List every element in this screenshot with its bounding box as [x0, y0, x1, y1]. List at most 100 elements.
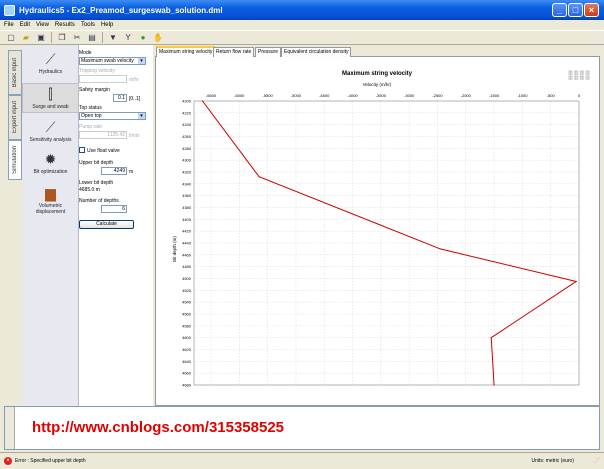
toolbar-separator — [102, 32, 103, 43]
y-tick-label: 4400 — [182, 217, 192, 222]
mode-label: Mode — [79, 50, 92, 56]
hand-icon[interactable]: ✋ — [153, 33, 163, 43]
tab-return-flow-rate[interactable]: Return flow rate — [213, 47, 255, 57]
menu-file[interactable]: File — [4, 22, 14, 28]
module-sensitivity[interactable]: ⟋ Sensitivity analysis — [22, 119, 79, 143]
upper-depth-input[interactable]: 4249 — [101, 167, 127, 175]
data-point — [490, 337, 492, 339]
menu-bar: File Edit View Results Tools Help — [0, 20, 604, 30]
vertical-tab-strip: Basic input Expert input Simulation — [8, 45, 22, 405]
cut-icon[interactable]: ✂ — [72, 33, 82, 43]
result-tabs: Maximum string velocity Return flow rate… — [155, 46, 600, 57]
num-depths-label: Number of depths — [79, 198, 119, 204]
calculate-button[interactable]: Calculate — [79, 220, 134, 229]
data-point — [201, 100, 204, 102]
pump-rate-input: 1125.42 — [79, 131, 127, 139]
open-folder-icon[interactable]: ▰ — [21, 33, 31, 43]
float-valve-checkbox[interactable] — [79, 147, 85, 153]
x-tick-labels: -6500 -6000 -5500 -5000 -4500 -4000 -3500 -3000… — [206, 93, 581, 98]
x-tick-label: -1000 — [517, 93, 528, 98]
x-tick-label: -6500 — [206, 93, 217, 98]
y-tick-label: 4480 — [182, 264, 192, 269]
check-icon[interactable]: ● — [138, 33, 148, 43]
y-tick-label: 4200 — [182, 99, 192, 104]
surge-swab-icon: ⫿ — [48, 86, 53, 102]
mode-select[interactable]: Maximum swab velocity ▾ — [79, 57, 146, 65]
y-tick-label: 4580 — [182, 323, 192, 328]
x-tick-label: -4500 — [319, 93, 330, 98]
maximize-button[interactable]: □ — [568, 3, 583, 17]
y-tick-label: 4680 — [182, 383, 192, 388]
y-tick-label: 4620 — [182, 347, 192, 352]
chevron-down-icon: ▾ — [138, 58, 145, 64]
tripping-velocity-input — [79, 75, 127, 83]
x-tick-label: -2500 — [432, 93, 443, 98]
x-tick-label: -2000 — [461, 93, 472, 98]
tripping-velocity-label: Tripping velocity — [79, 68, 115, 74]
status-message: Error : Specified upper bit depth — [15, 458, 86, 464]
num-depths-input[interactable]: 6 — [101, 205, 127, 213]
y-tick-label: 4600 — [182, 335, 192, 340]
y-tick-label: 4440 — [182, 241, 192, 246]
resize-grip-icon[interactable]: ⋰ — [594, 457, 602, 465]
y-axis-label: Bit depth (m) — [172, 236, 177, 262]
vtab-basic-input[interactable]: Basic input — [8, 50, 22, 95]
x-tick-label: 0 — [578, 93, 581, 98]
units-indicator: Units: metric (euro) — [531, 458, 574, 464]
volumetric-icon: ▆ — [45, 185, 56, 201]
top-status-select[interactable]: Open top ▾ — [79, 112, 146, 120]
paste-icon[interactable]: ▤ — [87, 33, 97, 43]
menu-results[interactable]: Results — [55, 22, 75, 28]
y-tick-label: 4360 — [182, 193, 192, 198]
filter-icon[interactable]: ▼ — [108, 33, 118, 43]
output-panel-handle[interactable] — [5, 407, 15, 449]
new-file-icon[interactable]: ▢ — [6, 33, 16, 43]
y-tick-label: 4380 — [182, 205, 192, 210]
menu-view[interactable]: View — [36, 22, 49, 28]
module-bit-optimization[interactable]: ✹ Bit optimization — [22, 151, 79, 175]
menu-edit[interactable]: Edit — [20, 22, 30, 28]
y-tick-label: 4660 — [182, 371, 192, 376]
save-icon[interactable]: ▣ — [36, 33, 46, 43]
vtab-simulation[interactable]: Simulation — [8, 140, 22, 180]
y-tick-label: 4500 — [182, 276, 192, 281]
tab-pressure[interactable]: Pressure — [255, 47, 282, 57]
y-tick-label: 4520 — [182, 288, 192, 293]
data-point — [258, 176, 260, 178]
close-button[interactable]: × — [584, 3, 599, 17]
watermark-text: http://www.cnblogs.com/315358525 — [32, 419, 285, 436]
safety-margin-input[interactable]: 0.1 — [113, 94, 127, 102]
upper-depth-label: Upper bit depth — [79, 160, 114, 166]
data-point — [439, 248, 441, 250]
safety-margin-label: Safety margin — [79, 87, 110, 93]
x-tick-label: -3000 — [404, 93, 415, 98]
float-valve-label: Use float valve — [87, 148, 120, 154]
status-bar: × Error : Specified upper bit depth Unit… — [0, 452, 604, 469]
wellbore-icon[interactable]: Y — [123, 33, 133, 43]
title-bar[interactable]: Hydraulics5 - Ex2_Preamod_surgeswab_solu… — [0, 0, 604, 20]
hydraulics-icon: ⟋ — [45, 51, 56, 67]
menu-help[interactable]: Help — [101, 22, 113, 28]
y-tick-label: 4460 — [182, 252, 192, 257]
x-tick-label: -6000 — [234, 93, 245, 98]
x-tick-label: -1500 — [489, 93, 500, 98]
settings-form: Mode Maximum swab velocity ▾ Tripping ve… — [79, 45, 153, 407]
tab-max-string-velocity[interactable]: Maximum string velocity — [156, 46, 216, 57]
minimize-button[interactable]: _ — [552, 3, 567, 17]
vtab-expert-input[interactable]: Expert input — [8, 95, 22, 140]
tab-ecd[interactable]: Equivalent circulation density — [281, 47, 352, 57]
x-tick-label: -500 — [547, 93, 556, 98]
menu-tools[interactable]: Tools — [81, 22, 95, 28]
module-volumetric[interactable]: ▆ Volumetric displacement — [22, 185, 79, 215]
module-surge-swab[interactable]: ⫿ Surge and swab — [22, 83, 79, 113]
y-tick-label: 4240 — [182, 122, 192, 127]
tripping-velocity-unit: m/hr — [129, 77, 139, 83]
error-icon: × — [4, 457, 12, 465]
y-tick-label: 4280 — [182, 146, 192, 151]
data-point — [575, 280, 577, 283]
chevron-down-icon: ▾ — [138, 113, 145, 119]
chart-title: Maximum string velocity — [342, 71, 413, 77]
x-tick-label: -5500 — [262, 93, 273, 98]
module-hydraulics[interactable]: ⟋ Hydraulics — [22, 51, 79, 75]
copy-icon[interactable]: ❐ — [57, 33, 67, 43]
